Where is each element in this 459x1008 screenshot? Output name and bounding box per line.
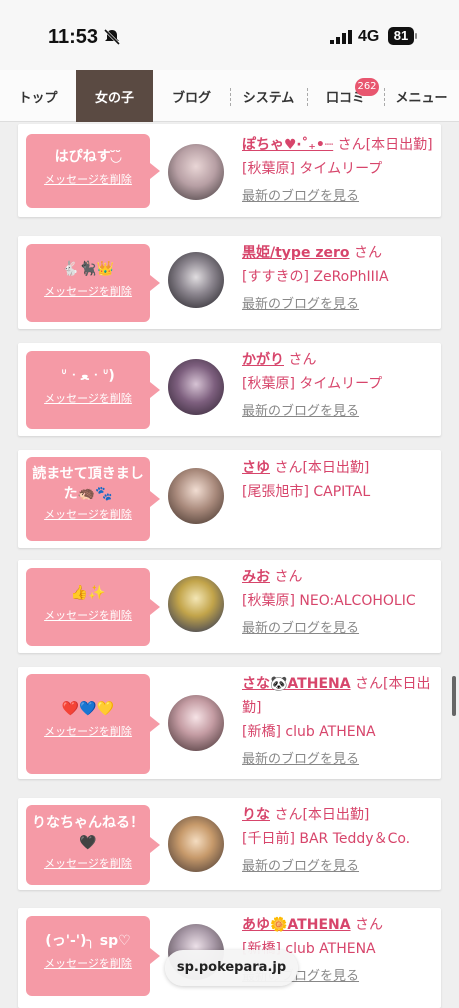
delete-message-link[interactable]: メッセージを削除 xyxy=(26,390,150,406)
latest-blog-link[interactable]: 最新のブログを見る xyxy=(242,400,438,424)
message-text: 🐇🐈‍⬛👑 xyxy=(61,261,115,277)
message-bubble: 👍✨ メッセージを削除 xyxy=(26,568,160,646)
shop-name: [尾張旭市] CAPITAL xyxy=(242,484,371,500)
latest-blog-link[interactable]: 最新のブログを見る xyxy=(242,617,438,641)
message-text: (っ'-')╮ sp♡ xyxy=(45,933,131,949)
delete-message-link[interactable]: メッセージを削除 xyxy=(26,723,150,739)
girl-name-link[interactable]: かがり xyxy=(242,352,284,368)
avatar[interactable] xyxy=(168,144,224,200)
top-nav: トップ 女の子 ブログ システム 口コミ メニュー xyxy=(0,70,459,122)
girl-suffix: さん[本日出勤] xyxy=(274,460,370,476)
avatar[interactable] xyxy=(168,468,224,524)
girl-suffix: さん xyxy=(355,917,384,933)
girl-info: みお さん [秋葉原] NEO:ALCOHOLIC 最新のブログを見る xyxy=(242,565,438,641)
list-item: 読ませて頂きました🦔🐾 メッセージを削除 さゆ さん[本日出勤] [尾張旭市] … xyxy=(18,450,441,548)
message-bubble: 🐇🐈‍⬛👑 メッセージを削除 xyxy=(26,244,160,322)
delete-message-link[interactable]: メッセージを削除 xyxy=(26,506,150,522)
message-bubble: (っ'-')╮ sp♡ メッセージを削除 xyxy=(26,916,160,996)
delete-message-link[interactable]: メッセージを削除 xyxy=(26,607,150,623)
message-text: ᐡ ᐧ ﻌ ᐧ ᐡ) xyxy=(61,368,115,384)
delete-message-link[interactable]: メッセージを削除 xyxy=(26,171,150,187)
shop-name: [新橋] club ATHENA xyxy=(242,724,376,740)
avatar[interactable] xyxy=(168,359,224,415)
girl-suffix: さん xyxy=(288,352,317,368)
status-bar: 11:53 4G 81 xyxy=(0,0,459,70)
message-text: 読ませて頂きました🦔🐾 xyxy=(32,466,144,502)
list-item: 🐇🐈‍⬛👑 メッセージを削除 黒姫/type zero さん [すすきの] Ze… xyxy=(18,236,441,329)
message-bubble: 読ませて頂きました🦔🐾 メッセージを削除 xyxy=(26,457,160,541)
girl-name-link[interactable]: さゆ xyxy=(242,460,270,476)
girl-info: さゆ さん[本日出勤] [尾張旭市] CAPITAL xyxy=(242,456,438,504)
avatar[interactable] xyxy=(168,695,224,751)
avatar[interactable] xyxy=(168,816,224,872)
tab-girls[interactable]: 女の子 xyxy=(76,70,153,122)
girl-name-link[interactable]: あゆ🌼ATHENA xyxy=(242,917,351,933)
message-bubble: ᐡ ᐧ ﻌ ᐧ ᐡ) メッセージを削除 xyxy=(26,351,160,429)
latest-blog-link[interactable]: 最新のブログを見る xyxy=(242,185,438,209)
url-bar[interactable]: sp.pokepara.jp xyxy=(165,950,298,986)
girl-name-link[interactable]: さな🐼ATHENA xyxy=(242,676,351,692)
tab-blog[interactable]: ブログ xyxy=(153,70,230,122)
girl-suffix: さん xyxy=(274,569,303,585)
battery-nub xyxy=(415,33,417,39)
message-text: りなちゃんねる！🖤 xyxy=(32,815,144,851)
tab-system[interactable]: システム xyxy=(230,70,307,122)
delete-message-link[interactable]: メッセージを削除 xyxy=(26,283,150,299)
tab-menu[interactable]: メニュー xyxy=(384,70,459,122)
message-bubble: りなちゃんねる！🖤 メッセージを削除 xyxy=(26,805,160,885)
list-item: りなちゃんねる！🖤 メッセージを削除 りな さん[本日出勤] [千日前] BAR… xyxy=(18,798,441,890)
scrollbar[interactable] xyxy=(452,676,456,716)
delete-message-link[interactable]: メッセージを削除 xyxy=(26,955,150,971)
list-item: ❤️💙💛 メッセージを削除 さな🐼ATHENA さん[本日出勤] [新橋] cl… xyxy=(18,667,441,779)
girl-suffix: さん xyxy=(353,245,382,261)
message-text: ❤️💙💛 xyxy=(61,701,115,717)
latest-blog-link[interactable]: 最新のブログを見る xyxy=(242,748,438,772)
message-text: はぴねす◟̆◞̆ xyxy=(54,149,122,165)
message-bubble: はぴねす◟̆◞̆ メッセージを削除 xyxy=(26,134,160,208)
girl-suffix: さん[本日出勤] xyxy=(337,137,433,153)
review-count-badge: 262 xyxy=(355,78,379,96)
latest-blog-link[interactable]: 最新のブログを見る xyxy=(242,855,438,879)
list-item: 👍✨ メッセージを削除 みお さん [秋葉原] NEO:ALCOHOLIC 最新… xyxy=(18,560,441,653)
message-text: 👍✨ xyxy=(70,585,106,601)
battery-icon: 81 xyxy=(388,27,414,45)
girl-name-link[interactable]: りな xyxy=(242,807,270,823)
girl-info: りな さん[本日出勤] [千日前] BAR Teddy＆Co. 最新のブログを見… xyxy=(242,803,438,879)
status-time: 11:53 xyxy=(48,26,99,48)
shop-name: [千日前] BAR Teddy＆Co. xyxy=(242,831,411,847)
message-bubble: ❤️💙💛 メッセージを削除 xyxy=(26,674,160,774)
list-item: はぴねす◟̆◞̆ メッセージを削除 ぽちゃ♥︎‧˚₊•┈ さん[本日出勤] [秋… xyxy=(18,124,441,217)
signal-icon xyxy=(330,30,352,44)
girl-name-link[interactable]: 黒姫/type zero xyxy=(242,245,350,261)
avatar[interactable] xyxy=(168,576,224,632)
shop-name: [秋葉原] タイムリープ xyxy=(242,161,383,177)
girl-suffix: さん[本日出勤] xyxy=(274,807,370,823)
shop-name: [すすきの] ZeRoPhIIIA xyxy=(242,269,389,285)
avatar[interactable] xyxy=(168,252,224,308)
shop-name: [秋葉原] NEO:ALCOHOLIC xyxy=(242,593,416,609)
bell-muted-icon xyxy=(103,28,121,46)
shop-name: [秋葉原] タイムリープ xyxy=(242,376,383,392)
girl-name-link[interactable]: ぽちゃ♥︎‧˚₊•┈ xyxy=(242,137,333,153)
delete-message-link[interactable]: メッセージを削除 xyxy=(26,855,150,871)
girl-info: かがり さん [秋葉原] タイムリープ 最新のブログを見る xyxy=(242,348,438,424)
girl-info: 黒姫/type zero さん [すすきの] ZeRoPhIIIA 最新のブログ… xyxy=(242,241,438,317)
girl-info: ぽちゃ♥︎‧˚₊•┈ さん[本日出勤] [秋葉原] タイムリープ 最新のブログを… xyxy=(242,133,438,209)
network-type: 4G xyxy=(358,28,380,45)
girl-name-link[interactable]: みお xyxy=(242,569,270,585)
latest-blog-link[interactable]: 最新のブログを見る xyxy=(242,293,438,317)
list-item: ᐡ ᐧ ﻌ ᐧ ᐡ) メッセージを削除 かがり さん [秋葉原] タイムリープ … xyxy=(18,343,441,436)
girl-info: さな🐼ATHENA さん[本日出勤] [新橋] club ATHENA 最新のブ… xyxy=(242,672,438,772)
tab-top[interactable]: トップ xyxy=(0,70,76,122)
